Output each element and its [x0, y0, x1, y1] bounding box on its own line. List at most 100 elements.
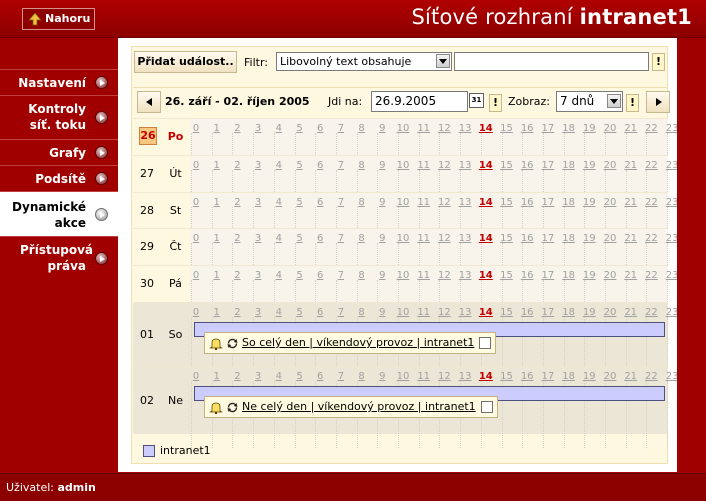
- hour-label[interactable]: 17: [538, 197, 558, 208]
- hour-label[interactable]: 14: [476, 197, 496, 208]
- hour-label[interactable]: 12: [434, 371, 454, 382]
- hour-label[interactable]: 5: [290, 307, 310, 318]
- hour-label[interactable]: 6: [310, 371, 330, 382]
- hour-label[interactable]: 2: [227, 233, 247, 244]
- hour-label[interactable]: 6: [310, 270, 330, 281]
- hour-label[interactable]: 13: [455, 123, 475, 134]
- hour-label[interactable]: 17: [538, 371, 558, 382]
- hour-label[interactable]: 22: [641, 270, 661, 281]
- hour-label[interactable]: 15: [497, 123, 517, 134]
- hour-label[interactable]: 20: [600, 197, 620, 208]
- hour-label[interactable]: 13: [455, 197, 475, 208]
- hour-label[interactable]: 2: [227, 160, 247, 171]
- hour-label[interactable]: 17: [538, 123, 558, 134]
- hour-label[interactable]: 8: [352, 197, 372, 208]
- hour-label[interactable]: 10: [393, 123, 413, 134]
- hour-label[interactable]: 4: [269, 270, 289, 281]
- hour-label[interactable]: 0: [186, 270, 206, 281]
- hour-label[interactable]: 17: [538, 233, 558, 244]
- hour-label[interactable]: 2: [227, 371, 247, 382]
- hour-label[interactable]: 1: [207, 197, 227, 208]
- hour-label[interactable]: 18: [559, 371, 579, 382]
- hour-label[interactable]: 15: [497, 160, 517, 171]
- day-number[interactable]: 27: [133, 167, 161, 180]
- hour-label[interactable]: 4: [269, 123, 289, 134]
- hour-label[interactable]: 2: [227, 270, 247, 281]
- hour-label[interactable]: 3: [248, 307, 268, 318]
- hour-label[interactable]: 10: [393, 371, 413, 382]
- hour-label[interactable]: 9: [372, 197, 392, 208]
- hour-label[interactable]: 20: [600, 233, 620, 244]
- hour-label[interactable]: 16: [517, 197, 537, 208]
- hour-label[interactable]: 3: [248, 197, 268, 208]
- hour-label[interactable]: 11: [414, 160, 434, 171]
- hour-label[interactable]: 12: [434, 307, 454, 318]
- hour-label[interactable]: 22: [641, 307, 661, 318]
- hour-label[interactable]: 13: [455, 371, 475, 382]
- view-submit-button[interactable]: !: [626, 94, 639, 112]
- hour-label[interactable]: 10: [393, 307, 413, 318]
- day-number[interactable]: 30: [133, 277, 161, 290]
- hour-label[interactable]: 22: [641, 123, 661, 134]
- hour-label[interactable]: 10: [393, 197, 413, 208]
- hour-label[interactable]: 18: [559, 307, 579, 318]
- sidebar-item-grafy[interactable]: Grafy: [0, 139, 118, 165]
- hour-label[interactable]: 4: [269, 307, 289, 318]
- sidebar-item-podsite[interactable]: Podsítě: [0, 165, 118, 191]
- hour-label[interactable]: 10: [393, 233, 413, 244]
- hour-label[interactable]: 1: [207, 371, 227, 382]
- hour-label[interactable]: 8: [352, 371, 372, 382]
- hour-label[interactable]: 14: [476, 123, 496, 134]
- hour-label[interactable]: 21: [621, 371, 641, 382]
- day-number[interactable]: 28: [133, 204, 161, 217]
- hour-label[interactable]: 3: [248, 270, 268, 281]
- hour-label[interactable]: 19: [579, 123, 599, 134]
- hour-label[interactable]: 19: [579, 160, 599, 171]
- add-event-button[interactable]: Přidat událost..: [134, 51, 237, 73]
- hour-label[interactable]: 14: [476, 371, 496, 382]
- hour-label[interactable]: 17: [538, 270, 558, 281]
- hour-label[interactable]: 18: [559, 270, 579, 281]
- hour-label[interactable]: 19: [579, 307, 599, 318]
- today-day-number[interactable]: 26: [139, 127, 157, 145]
- hour-label[interactable]: 2: [227, 197, 247, 208]
- hour-label[interactable]: 14: [476, 160, 496, 171]
- hour-label[interactable]: 9: [372, 160, 392, 171]
- hour-label[interactable]: 8: [352, 160, 372, 171]
- hour-label[interactable]: 8: [352, 123, 372, 134]
- hour-label[interactable]: 4: [269, 197, 289, 208]
- hour-label[interactable]: 11: [414, 123, 434, 134]
- hour-label[interactable]: 20: [600, 371, 620, 382]
- event-checkbox[interactable]: [479, 337, 492, 349]
- hour-label[interactable]: 11: [414, 197, 434, 208]
- hour-label[interactable]: 16: [517, 233, 537, 244]
- event-link[interactable]: So celý den | víkendový provoz | intrane…: [242, 336, 474, 349]
- hour-label[interactable]: 22: [641, 233, 661, 244]
- hour-label[interactable]: 7: [331, 371, 351, 382]
- hour-label[interactable]: 15: [497, 307, 517, 318]
- up-button[interactable]: Nahoru: [22, 8, 95, 30]
- hour-label[interactable]: 8: [352, 307, 372, 318]
- hour-label[interactable]: 14: [476, 270, 496, 281]
- hour-label[interactable]: 6: [310, 160, 330, 171]
- hour-label[interactable]: 10: [393, 270, 413, 281]
- hour-label[interactable]: 3: [248, 233, 268, 244]
- hour-label[interactable]: 20: [600, 123, 620, 134]
- hour-label[interactable]: 7: [331, 270, 351, 281]
- hour-label[interactable]: 9: [372, 307, 392, 318]
- hour-label[interactable]: 16: [517, 371, 537, 382]
- hour-label[interactable]: 12: [434, 123, 454, 134]
- hour-label[interactable]: 12: [434, 160, 454, 171]
- hour-label[interactable]: 16: [517, 307, 537, 318]
- hour-label[interactable]: 0: [186, 233, 206, 244]
- sidebar-item-pristupova-prava[interactable]: Přístupová práva: [0, 236, 118, 278]
- hour-label[interactable]: 13: [455, 270, 475, 281]
- hour-label[interactable]: 1: [207, 307, 227, 318]
- filter-select[interactable]: Libovolný text obsahuje: [276, 52, 452, 71]
- hour-label[interactable]: 9: [372, 233, 392, 244]
- hour-label[interactable]: 11: [414, 371, 434, 382]
- hour-label[interactable]: 7: [331, 197, 351, 208]
- hour-label[interactable]: 16: [517, 270, 537, 281]
- hour-label[interactable]: 6: [310, 307, 330, 318]
- hour-label[interactable]: 11: [414, 307, 434, 318]
